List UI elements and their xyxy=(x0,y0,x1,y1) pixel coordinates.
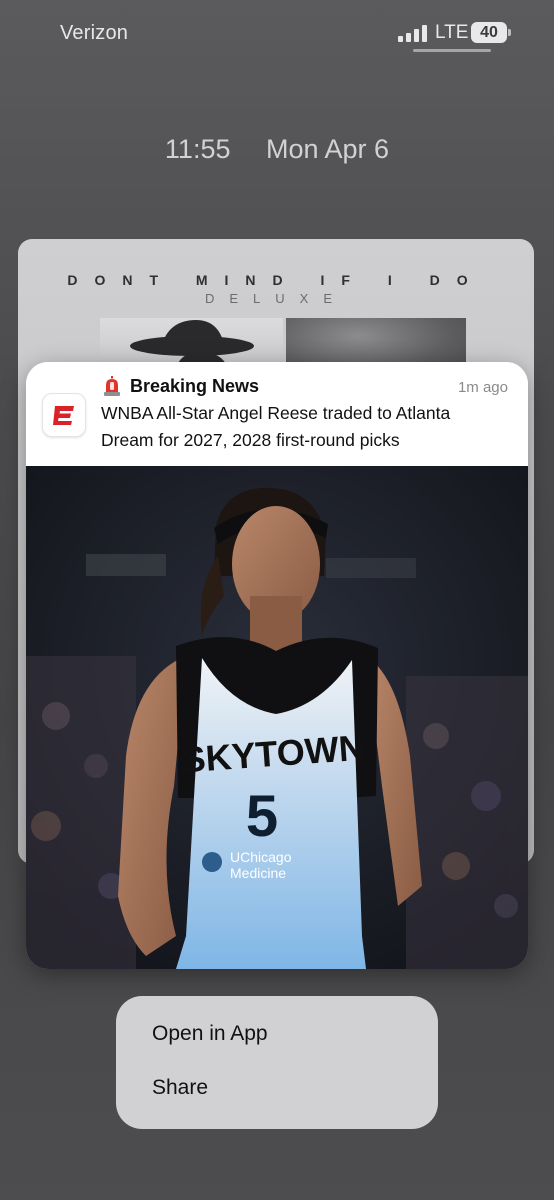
notification-body: WNBA All-Star Angel Reese traded to Atla… xyxy=(101,403,451,450)
clock-time: 11:55 xyxy=(164,134,231,164)
notification-header: Breaking News 1m ago WNBA All-Star Angel… xyxy=(26,362,528,466)
network-type-label: LTE xyxy=(435,22,469,43)
album-title: DONT MIND IF I DO xyxy=(67,272,485,288)
cellular-signal-icon xyxy=(398,24,428,42)
notification-time: 1m ago xyxy=(457,379,508,396)
notification-title: Breaking News xyxy=(130,376,260,396)
clock-date: Mon Apr 6 xyxy=(266,134,390,164)
album-subtitle: DELUXE xyxy=(204,291,348,306)
status-indicator-bar xyxy=(413,49,491,52)
share-button[interactable]: Share xyxy=(152,1076,208,1100)
battery-level: 40 xyxy=(471,22,507,43)
jersey-sponsor-line2: Medicine xyxy=(230,865,286,881)
carrier-label: Verizon xyxy=(60,22,129,44)
lock-screen-clock: 11:55 Mon Apr 6 xyxy=(0,134,554,165)
open-in-app-button[interactable]: Open in App xyxy=(152,1022,268,1046)
status-bar: Verizon LTE 40 xyxy=(0,0,554,60)
battery-icon: 40 xyxy=(471,22,511,43)
notification-context-menu: Open in App Share xyxy=(116,996,438,1129)
jersey-number: 5 xyxy=(246,784,278,849)
jersey-sponsor-line1: UChicago xyxy=(230,849,292,865)
notification-photo: SKYTOWN 5 UChicago Medicine xyxy=(26,466,528,969)
siren-icon xyxy=(103,376,121,396)
espn-logo-icon xyxy=(42,393,86,437)
notification-card[interactable]: Breaking News 1m ago WNBA All-Star Angel… xyxy=(26,362,528,969)
